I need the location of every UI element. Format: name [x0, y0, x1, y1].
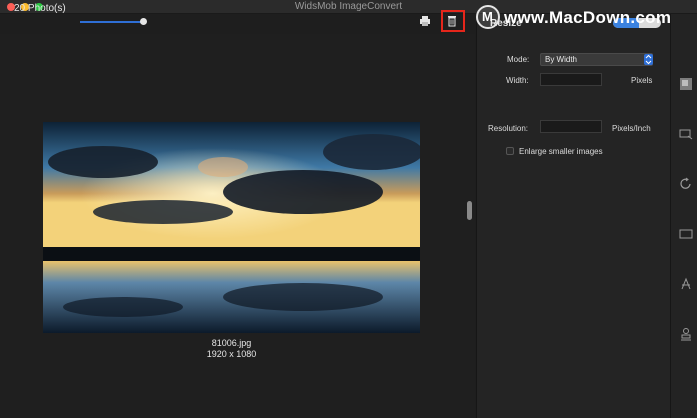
- resolution-unit: Pixels/Inch: [612, 124, 651, 133]
- tool-sidebar: [670, 14, 697, 418]
- viewer-scrollbar[interactable]: [467, 201, 472, 220]
- photo-preview[interactable]: [43, 122, 420, 333]
- resize-icon[interactable]: [679, 77, 693, 91]
- photo-dimensions: 1920 x 1080: [206, 349, 257, 359]
- photo-filename: 81006.jpg: [211, 338, 252, 348]
- mode-select-value: By Width: [545, 55, 578, 64]
- mode-label: Mode:: [507, 55, 530, 64]
- resolution-label: Resolution:: [488, 124, 529, 133]
- trash-icon: [448, 16, 456, 27]
- width-label: Width:: [506, 76, 529, 85]
- photo-count: 20 Photo(s): [14, 3, 66, 14]
- enlarge-checkbox[interactable]: [506, 147, 514, 155]
- width-unit: Pixels: [631, 76, 653, 85]
- watermark-letter: M: [482, 9, 493, 24]
- resolution-field[interactable]: [540, 120, 602, 133]
- width-field[interactable]: [540, 73, 602, 86]
- print-icon[interactable]: [420, 16, 430, 26]
- border-icon[interactable]: [679, 227, 693, 241]
- thumbnail-size-slider[interactable]: [80, 21, 144, 23]
- rotate-icon[interactable]: [679, 177, 693, 191]
- chevron-updown-icon: [644, 54, 653, 65]
- text-icon[interactable]: [679, 277, 693, 291]
- enlarge-label: Enlarge smaller images: [519, 147, 603, 156]
- stamp-icon[interactable]: [679, 327, 693, 341]
- watermark-text: www.MacDown.com: [504, 8, 672, 27]
- slider-knob[interactable]: [140, 18, 147, 25]
- watermark-icon[interactable]: [679, 127, 693, 141]
